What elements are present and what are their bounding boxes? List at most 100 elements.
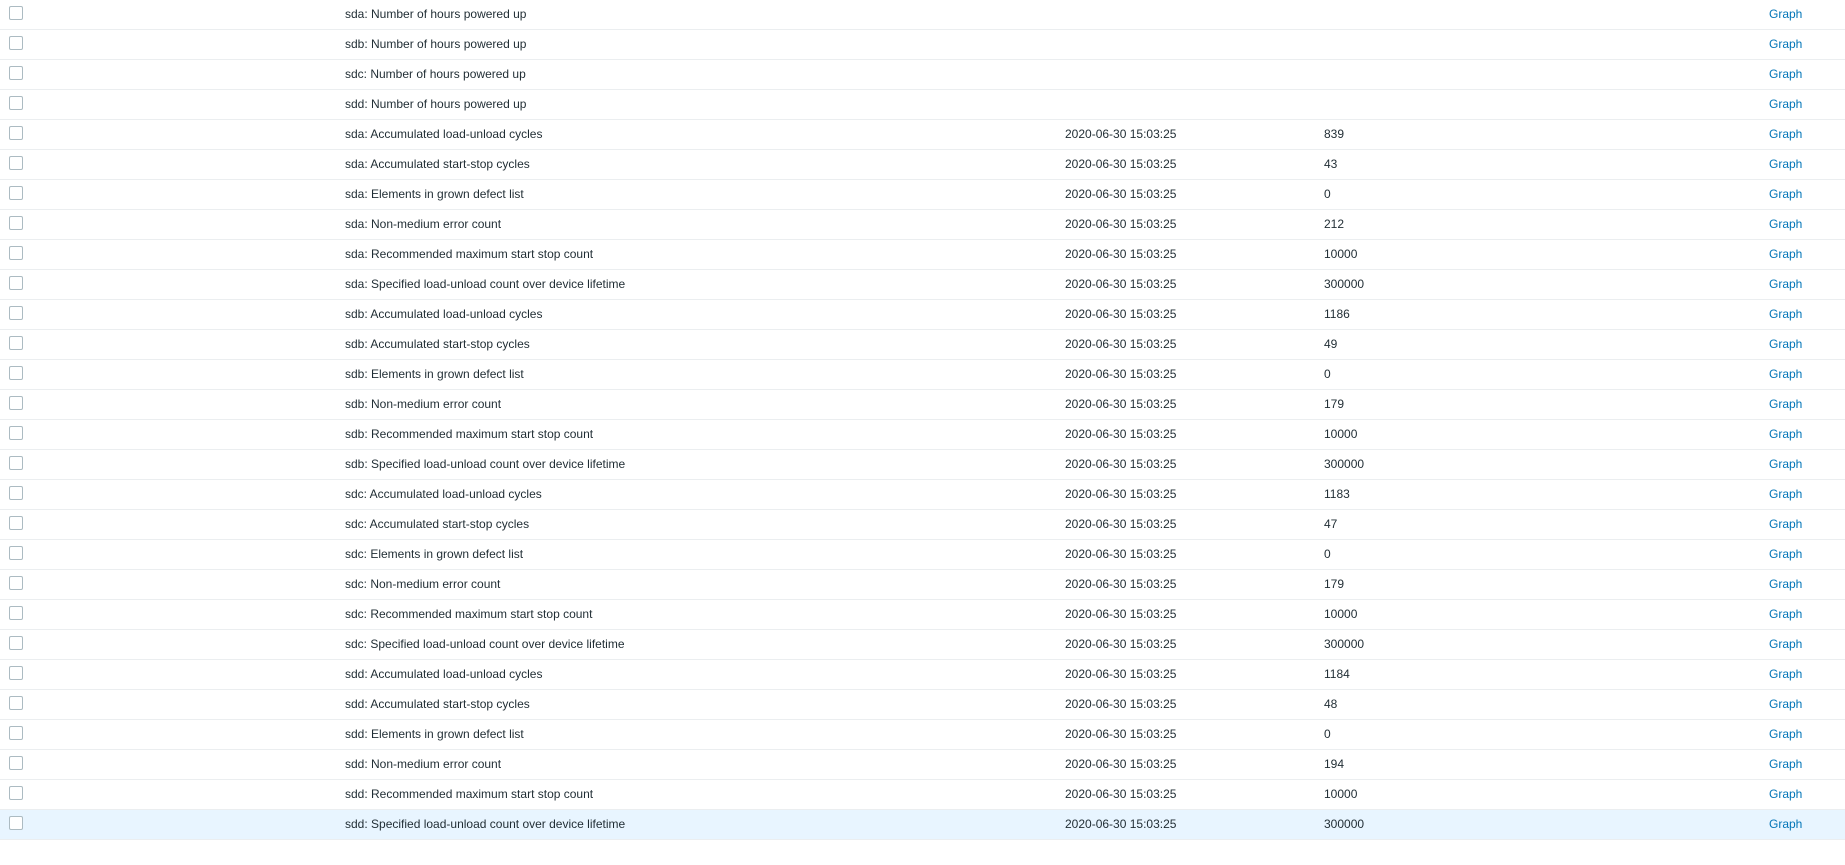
item-name: sdb: Specified load-unload count over de… [345,457,626,471]
row-checkbox[interactable] [9,666,23,680]
graph-link[interactable]: Graph [1769,817,1802,831]
last-check-time: 2020-06-30 15:03:25 [1065,667,1177,681]
table-row: sda: Accumulated start-stop cycles 2020-0… [0,150,1845,180]
item-name: sdd: Non-medium error count [345,757,502,771]
graph-link[interactable]: Graph [1769,217,1802,231]
row-checkbox[interactable] [9,276,23,290]
graph-link[interactable]: Graph [1769,247,1802,261]
graph-link[interactable]: Graph [1769,37,1802,51]
last-check-time: 2020-06-30 15:03:25 [1065,487,1177,501]
graph-link[interactable]: Graph [1769,427,1802,441]
row-checkbox[interactable] [9,816,23,830]
table-row: sdd: Elements in grown defect list 2020-0… [0,720,1845,750]
row-checkbox[interactable] [9,186,23,200]
last-value: 0 [1324,727,1331,741]
row-checkbox[interactable] [9,66,23,80]
last-value: 194 [1324,757,1345,771]
table-row: sdc: Accumulated start-stop cycles 2020-0… [0,510,1845,540]
row-checkbox[interactable] [9,246,23,260]
last-value: 48 [1324,697,1338,711]
table-row: sda: Elements in grown defect list 2020-0… [0,180,1845,210]
table-row: sdd: Number of hours powered up Graph [0,90,1845,120]
item-name: sdb: Elements in grown defect list [345,367,524,381]
graph-link[interactable]: Graph [1769,547,1802,561]
row-checkbox[interactable] [9,456,23,470]
graph-link[interactable]: Graph [1769,127,1802,141]
last-value: 0 [1324,547,1331,561]
last-value: 1186 [1324,307,1350,321]
graph-link[interactable]: Graph [1769,487,1802,501]
table-row: sdb: Recommended maximum start stop coun… [0,420,1845,450]
item-name: sdc: Accumulated load-unload cycles [345,487,542,501]
last-value: 1184 [1324,667,1350,681]
row-checkbox[interactable] [9,426,23,440]
row-checkbox[interactable] [9,756,23,770]
last-value: 1183 [1324,487,1350,501]
item-name: sdb: Accumulated load-unload cycles [345,307,543,321]
table-row: sdc: Non-medium error count 2020-06-30 15… [0,570,1845,600]
row-checkbox[interactable] [9,396,23,410]
item-name: sdd: Number of hours powered up [345,97,527,111]
row-checkbox[interactable] [9,36,23,50]
graph-link[interactable]: Graph [1769,457,1802,471]
row-checkbox[interactable] [9,126,23,140]
last-value: 839 [1324,127,1345,141]
graph-link[interactable]: Graph [1769,157,1802,171]
table-row: sda: Specified load-unload count over de… [0,270,1845,300]
graph-link[interactable]: Graph [1769,787,1802,801]
graph-link[interactable]: Graph [1769,697,1802,711]
item-name: sda: Recommended maximum start stop coun… [345,247,594,261]
row-checkbox[interactable] [9,786,23,800]
item-name: sdb: Number of hours powered up [345,37,527,51]
last-check-time: 2020-06-30 15:03:25 [1065,367,1177,381]
row-checkbox[interactable] [9,336,23,350]
row-checkbox[interactable] [9,6,23,20]
row-checkbox[interactable] [9,546,23,560]
last-check-time: 2020-06-30 15:03:25 [1065,637,1177,651]
item-name: sdc: Elements in grown defect list [345,547,524,561]
graph-link[interactable]: Graph [1769,517,1802,531]
graph-link[interactable]: Graph [1769,187,1802,201]
last-value: 49 [1324,337,1338,351]
graph-link[interactable]: Graph [1769,367,1802,381]
graph-link[interactable]: Graph [1769,307,1802,321]
row-checkbox[interactable] [9,516,23,530]
graph-link[interactable]: Graph [1769,67,1802,81]
last-check-time: 2020-06-30 15:03:25 [1065,517,1177,531]
row-checkbox[interactable] [9,486,23,500]
row-checkbox[interactable] [9,366,23,380]
row-checkbox[interactable] [9,156,23,170]
table-row: sdb: Accumulated start-stop cycles 2020-0… [0,330,1845,360]
graph-link[interactable]: Graph [1769,667,1802,681]
row-checkbox[interactable] [9,696,23,710]
latest-data-table: sda: Number of hours powered up Graph sdb:… [0,0,1845,840]
last-check-time: 2020-06-30 15:03:25 [1065,607,1177,621]
row-checkbox[interactable] [9,216,23,230]
item-name: sdc: Non-medium error count [345,577,501,591]
graph-link[interactable]: Graph [1769,727,1802,741]
graph-link[interactable]: Graph [1769,637,1802,651]
table-row: sdc: Specified load-unload count over de… [0,630,1845,660]
last-value: 0 [1324,367,1331,381]
last-value: 10000 [1324,247,1358,261]
item-name: sdc: Number of hours powered up [345,67,526,81]
row-checkbox[interactable] [9,606,23,620]
graph-link[interactable]: Graph [1769,277,1802,291]
table-row: sda: Number of hours powered up Graph [0,0,1845,30]
row-checkbox[interactable] [9,576,23,590]
graph-link[interactable]: Graph [1769,397,1802,411]
graph-link[interactable]: Graph [1769,757,1802,771]
last-check-time: 2020-06-30 15:03:25 [1065,397,1177,411]
row-checkbox[interactable] [9,636,23,650]
graph-link[interactable]: Graph [1769,7,1802,21]
last-check-time: 2020-06-30 15:03:25 [1065,247,1177,261]
row-checkbox[interactable] [9,96,23,110]
graph-link[interactable]: Graph [1769,97,1802,111]
last-value: 300000 [1324,637,1365,651]
item-name: sdd: Recommended maximum start stop coun… [345,787,594,801]
graph-link[interactable]: Graph [1769,337,1802,351]
graph-link[interactable]: Graph [1769,577,1802,591]
row-checkbox[interactable] [9,306,23,320]
graph-link[interactable]: Graph [1769,607,1802,621]
row-checkbox[interactable] [9,726,23,740]
